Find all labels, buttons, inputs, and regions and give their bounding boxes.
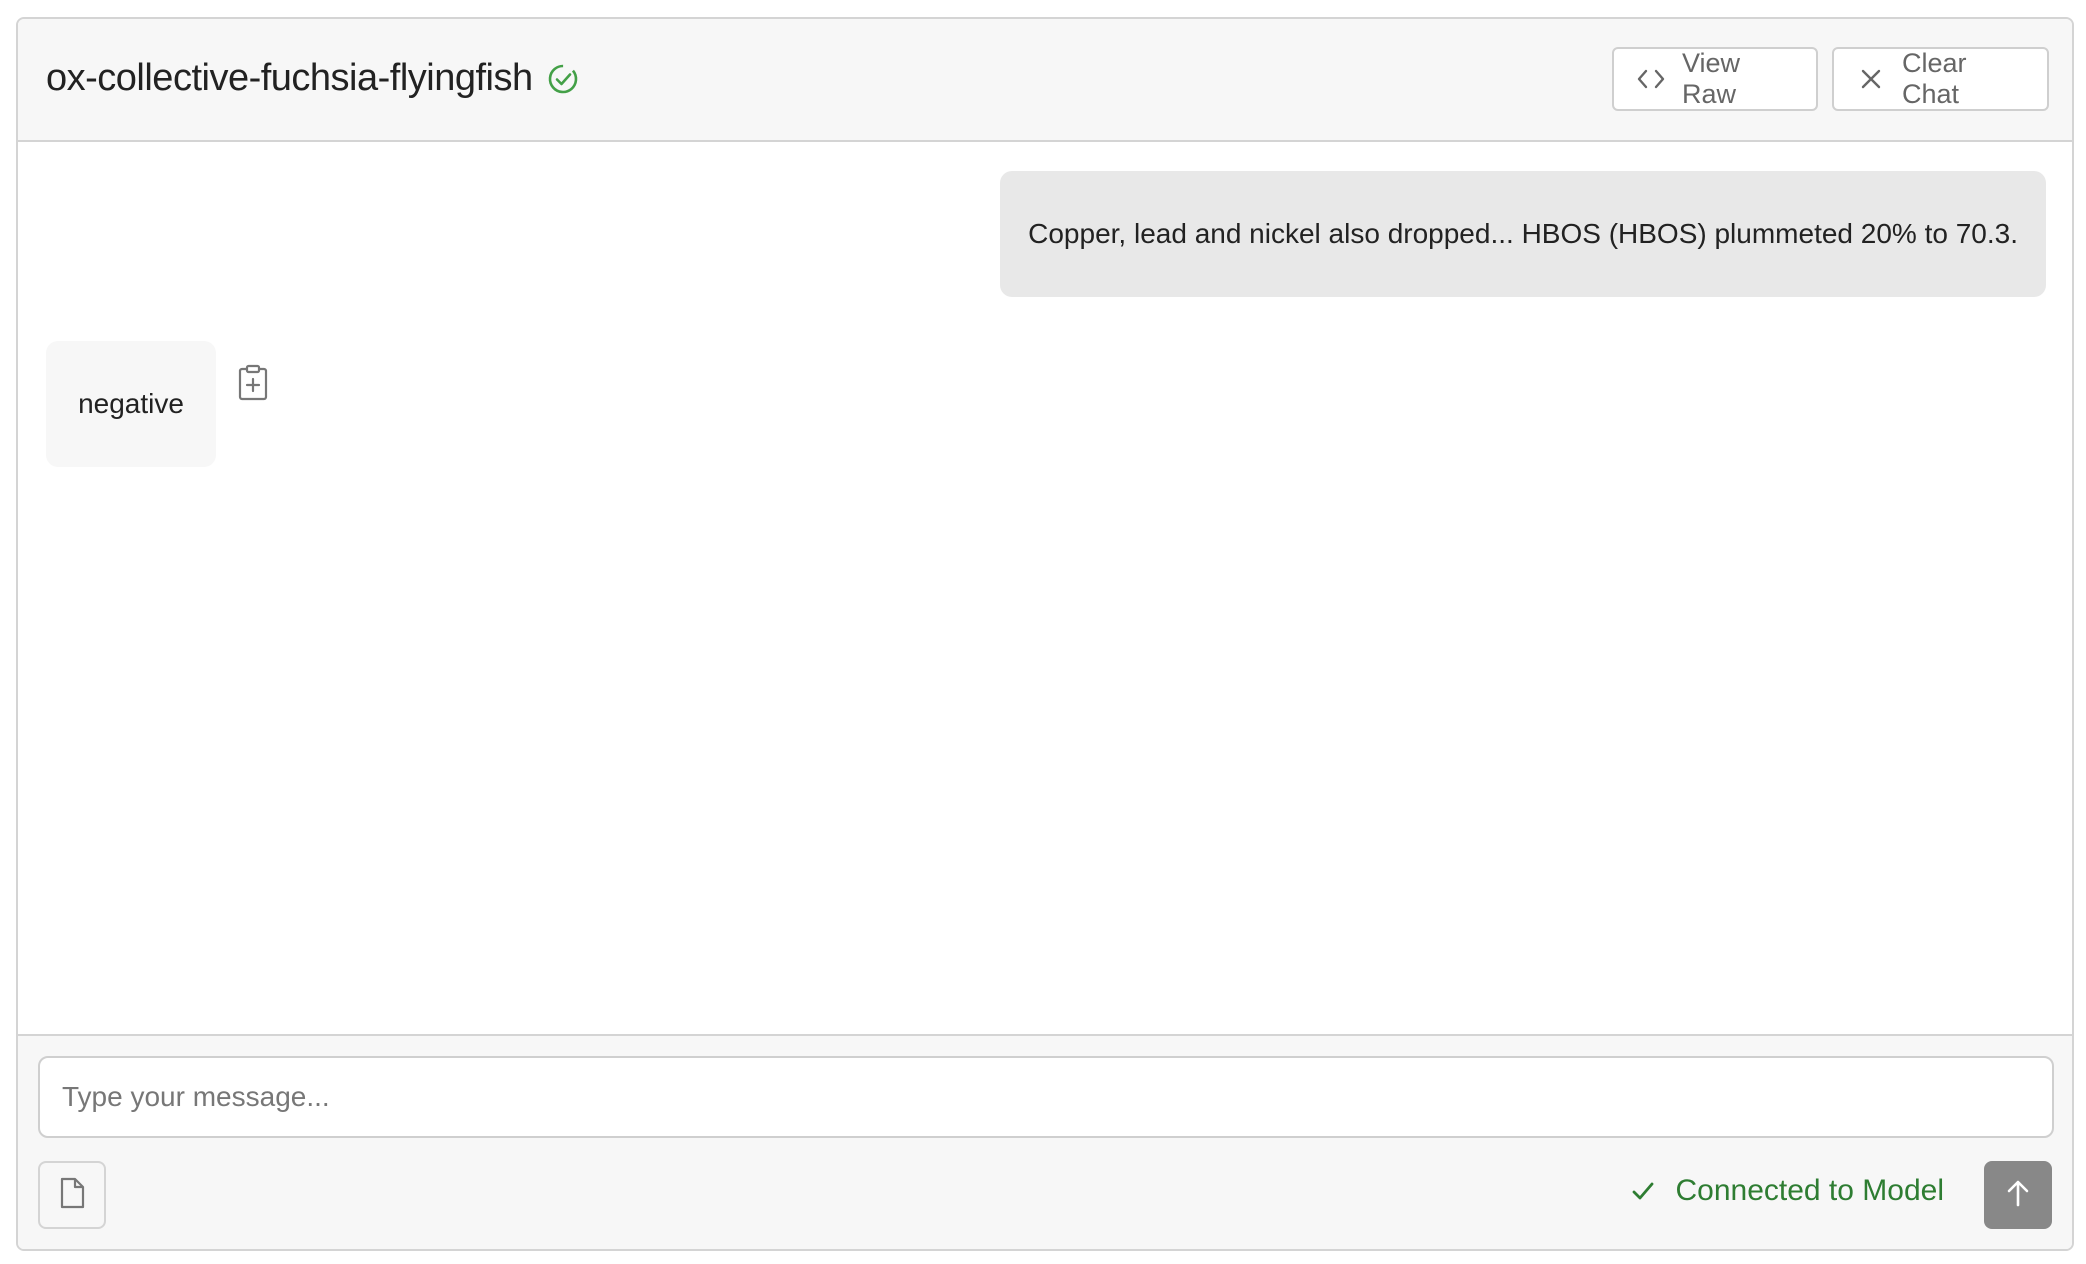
composer: Connected to Model [18,1034,2072,1249]
view-raw-label: View Raw [1682,48,1741,109]
model-title: ox-collective-fuchsia-flyingfish [46,57,533,99]
clear-chat-button[interactable]: Clear Chat [1832,47,2049,111]
message-input[interactable] [38,1056,2054,1138]
check-circle-icon [547,63,579,95]
send-button[interactable] [1984,1161,2052,1229]
file-icon [57,1176,87,1215]
connection-status: Connected to Model [1629,1174,1944,1208]
message-list: Copper, lead and nickel also dropped... … [18,142,2072,1054]
view-raw-button[interactable]: View Raw [1612,47,1818,111]
clipboard-plus-icon[interactable] [236,364,270,402]
user-message: Copper, lead and nickel also dropped... … [1000,171,2046,297]
chat-header: ox-collective-fuchsia-flyingfish View Ra… [18,19,2072,142]
check-icon [1629,1177,1657,1205]
arrow-up-icon [2003,1177,2033,1214]
connection-status-text: Connected to Model [1675,1174,1944,1207]
close-icon [1856,64,1886,94]
code-icon [1636,64,1666,94]
attach-file-button[interactable] [38,1161,106,1229]
title-group: ox-collective-fuchsia-flyingfish [46,57,579,100]
assistant-message: negative [46,341,216,467]
clear-chat-label: Clear Chat [1902,48,1967,109]
chat-window: ox-collective-fuchsia-flyingfish View Ra… [16,17,2074,1251]
